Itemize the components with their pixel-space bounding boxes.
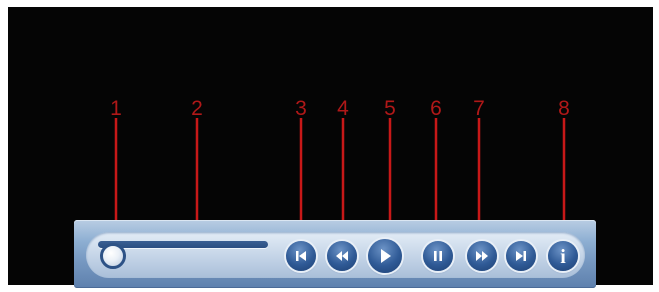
info-button[interactable]: i xyxy=(548,241,578,271)
callout-label-7: 7 xyxy=(473,97,485,120)
callout-label-5: 5 xyxy=(384,97,396,120)
callout-label-3: 3 xyxy=(295,97,307,120)
play-button[interactable] xyxy=(368,239,402,273)
callout-label-6: 6 xyxy=(430,97,442,120)
pause-button[interactable] xyxy=(423,241,453,271)
seek-bar[interactable] xyxy=(98,241,268,248)
play-icon xyxy=(381,249,391,263)
next-track-icon xyxy=(516,251,526,261)
callout-label-8: 8 xyxy=(558,97,570,120)
callout-label-2: 2 xyxy=(191,97,203,120)
previous-track-button[interactable] xyxy=(286,241,316,271)
fast-forward-button[interactable] xyxy=(467,241,497,271)
next-track-button[interactable] xyxy=(506,241,536,271)
seek-thumb[interactable] xyxy=(100,243,126,269)
rewind-icon xyxy=(336,251,348,261)
callout-label-1: 1 xyxy=(110,97,122,120)
rewind-button[interactable] xyxy=(327,241,357,271)
player-control-bar: i xyxy=(74,220,596,288)
pause-icon xyxy=(434,251,442,261)
callout-label-4: 4 xyxy=(337,97,349,120)
page: 1 2 3 4 5 6 7 8 i xyxy=(0,0,659,292)
info-icon: i xyxy=(560,245,566,268)
fast-forward-icon xyxy=(476,251,488,261)
previous-track-icon xyxy=(296,251,306,261)
